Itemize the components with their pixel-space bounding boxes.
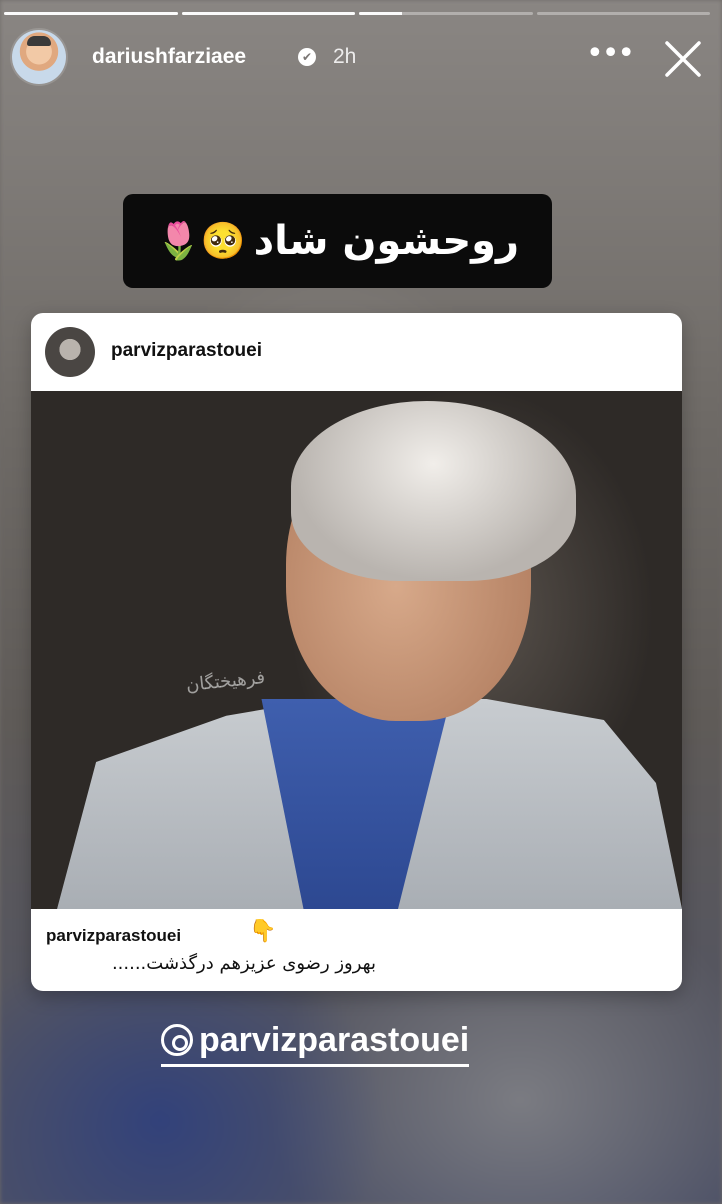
post-header: parvizparastouei bbox=[31, 313, 682, 391]
progress-segment bbox=[181, 12, 355, 15]
mention-sticker[interactable]: parvizparastouei bbox=[161, 1018, 470, 1067]
post-author-username: parvizparastouei bbox=[111, 340, 262, 361]
threads-at-icon bbox=[161, 1024, 193, 1056]
hair-shape bbox=[291, 401, 576, 581]
progress-fill bbox=[359, 12, 403, 15]
post-author-avatar bbox=[45, 327, 95, 377]
post-image: فرهیختگان bbox=[31, 391, 682, 909]
close-icon[interactable] bbox=[664, 40, 702, 78]
story-timestamp: 2h bbox=[333, 45, 357, 68]
shared-post-card[interactable]: parvizparastouei فرهیختگان parvizparasto… bbox=[31, 313, 682, 991]
more-options-button[interactable]: ••• bbox=[586, 36, 635, 76]
post-footer: parvizparastouei 👇 بهروز رضوی عزیزهم درگ… bbox=[31, 909, 682, 991]
caption-emoji: 🥺🌷 bbox=[155, 221, 246, 262]
image-watermark: فرهیختگان bbox=[185, 666, 267, 697]
post-caption-username: parvizparastouei bbox=[46, 926, 182, 945]
progress-segment bbox=[359, 12, 533, 15]
mention-username: parvizparastouei bbox=[199, 1020, 470, 1059]
verified-badge-icon: ✔ bbox=[298, 48, 316, 66]
post-caption: بهروز رضوی عزیزهم درگذشت...... bbox=[111, 953, 376, 974]
caption-text: روحشون شاد bbox=[253, 218, 520, 264]
story-progress-bar bbox=[4, 12, 710, 15]
progress-segment bbox=[4, 12, 178, 15]
story-header: dariushfarziaee ✔ 2h ••• bbox=[10, 30, 712, 90]
progress-segment bbox=[536, 12, 710, 15]
progress-fill bbox=[181, 12, 355, 15]
user-avatar[interactable] bbox=[12, 30, 66, 84]
pointing-down-icon: 👇 bbox=[249, 919, 277, 944]
story-username[interactable]: dariushfarziaee bbox=[92, 45, 246, 69]
progress-fill bbox=[4, 12, 178, 15]
caption-sticker[interactable]: روحشون شاد 🥺🌷 bbox=[123, 194, 552, 288]
